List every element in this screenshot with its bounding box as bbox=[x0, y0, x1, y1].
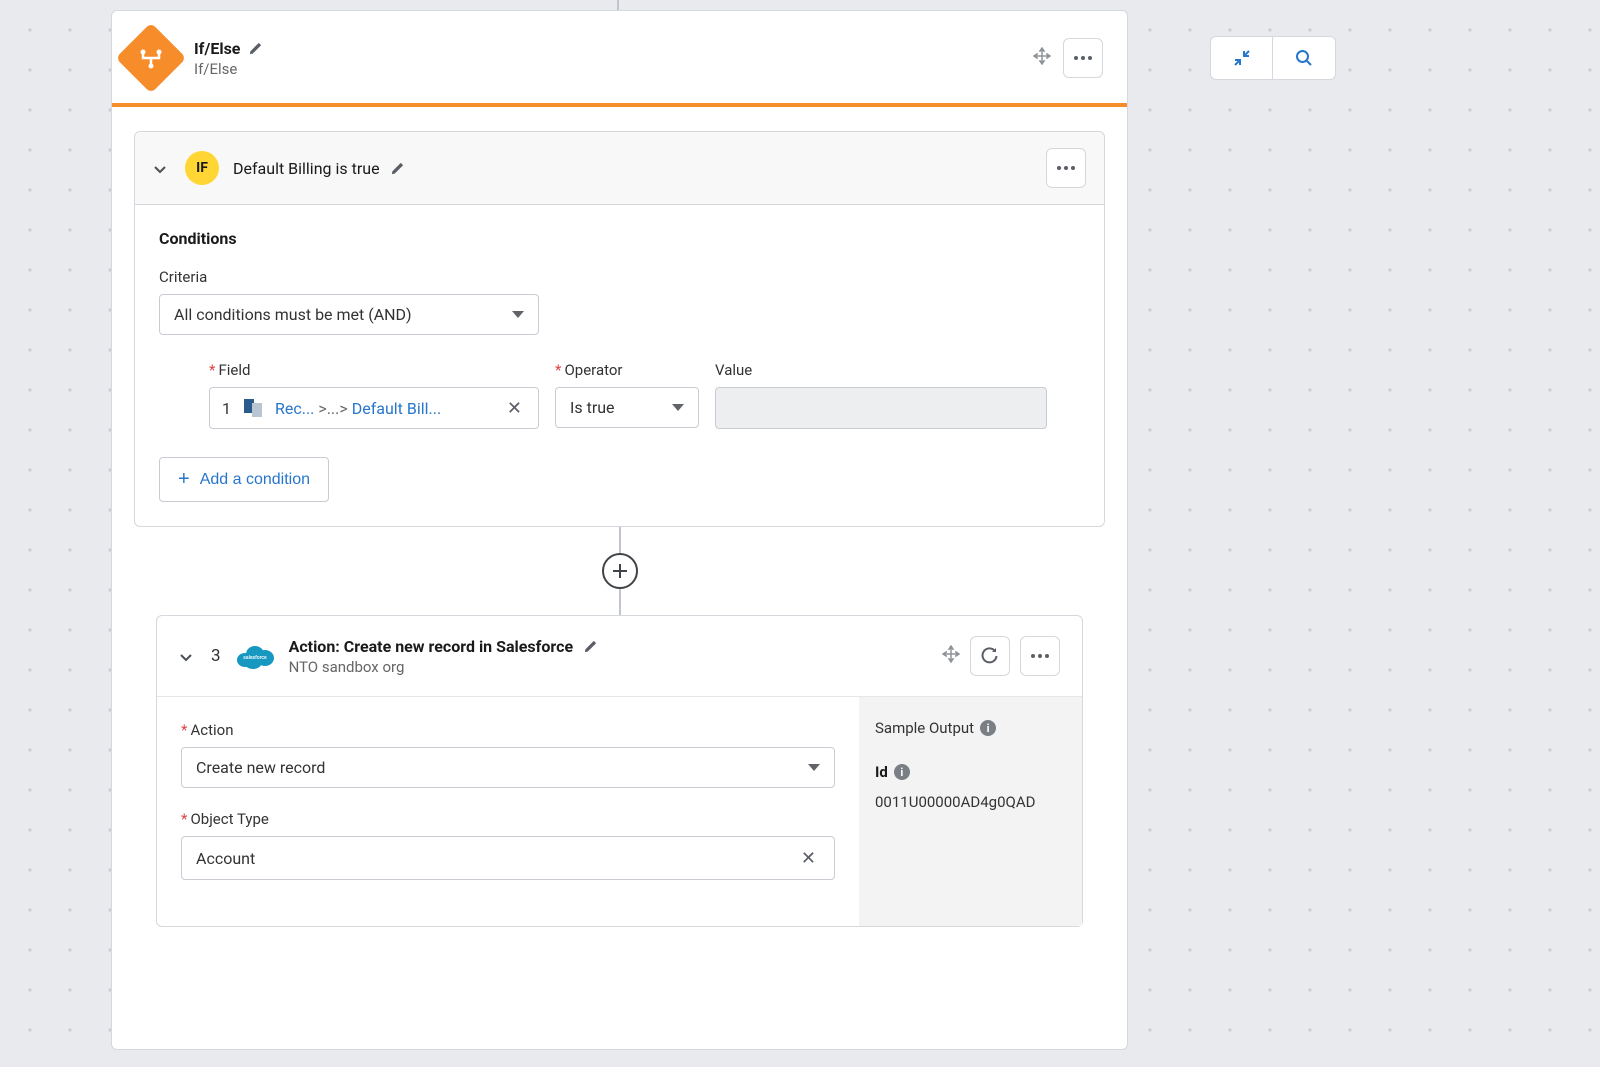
id-value: 0011U00000AD4g0QAD bbox=[875, 793, 1066, 811]
field-path: Rec... >...> Default Bill... bbox=[275, 399, 493, 418]
sample-output-panel: Sample Output i Id i 0011U00000AD4g0QAD bbox=[859, 697, 1082, 926]
ifelse-title: If/Else bbox=[194, 39, 240, 58]
ifelse-title-row: If/Else bbox=[194, 39, 1033, 58]
criteria-label: Criteria bbox=[159, 268, 1080, 286]
canvas-toolbar bbox=[1210, 36, 1336, 80]
ifelse-panel: If/Else If/Else bbox=[111, 10, 1128, 1050]
operator-column: *Operator Is true bbox=[555, 361, 699, 429]
chevron-down-icon[interactable] bbox=[153, 159, 171, 178]
clear-icon[interactable]: ✕ bbox=[797, 848, 820, 869]
ifelse-subtitle: If/Else bbox=[194, 60, 1033, 78]
add-step-button[interactable] bbox=[602, 553, 638, 589]
action-form: *Action Create new record *Object Type A… bbox=[157, 697, 859, 926]
action-select[interactable]: Create new record bbox=[181, 747, 835, 788]
move-icon[interactable] bbox=[1033, 47, 1051, 70]
action-header: 3 salesforce Action: Create new record i… bbox=[157, 616, 1082, 697]
if-badge: IF bbox=[185, 151, 219, 185]
plus-icon: + bbox=[178, 468, 190, 491]
value-column: Value bbox=[715, 361, 1047, 429]
chevron-down-icon bbox=[672, 404, 684, 411]
ifelse-header: If/Else If/Else bbox=[112, 11, 1127, 107]
value-input bbox=[715, 387, 1047, 429]
if-branch-body: Conditions Criteria All conditions must … bbox=[135, 205, 1104, 526]
edit-icon[interactable] bbox=[583, 639, 598, 654]
add-condition-button[interactable]: + Add a condition bbox=[159, 457, 329, 502]
field-column: *Field 1 Rec... >...> Default Bi bbox=[209, 361, 539, 429]
step-connector bbox=[112, 527, 1127, 615]
condition-row: *Field 1 Rec... >...> Default Bi bbox=[159, 361, 1080, 429]
edit-icon[interactable] bbox=[390, 161, 405, 176]
if-branch-header: IF Default Billing is true bbox=[135, 132, 1104, 205]
collapse-button[interactable] bbox=[1211, 37, 1273, 79]
chevron-down-icon[interactable] bbox=[179, 647, 197, 666]
object-type-input[interactable]: Account ✕ bbox=[181, 836, 835, 880]
if-branch-title-row: Default Billing is true bbox=[233, 159, 1032, 178]
object-type-label: *Object Type bbox=[181, 810, 835, 828]
action-title-row: Action: Create new record in Salesforce bbox=[289, 637, 928, 656]
condition-number: 1 bbox=[222, 399, 231, 418]
edit-icon[interactable] bbox=[248, 41, 263, 56]
object-type-group: *Object Type Account ✕ bbox=[181, 810, 835, 880]
action-body: *Action Create new record *Object Type A… bbox=[157, 697, 1082, 926]
criteria-value: All conditions must be met (AND) bbox=[174, 305, 412, 324]
operator-select[interactable]: Is true bbox=[555, 387, 699, 428]
chevron-down-icon bbox=[808, 764, 820, 771]
more-button[interactable] bbox=[1020, 636, 1060, 676]
conditions-heading: Conditions bbox=[159, 229, 1080, 248]
sample-output-heading: Sample Output i bbox=[875, 719, 1066, 737]
operator-label: *Operator bbox=[555, 361, 699, 379]
step-number: 3 bbox=[211, 646, 221, 666]
criteria-select[interactable]: All conditions must be met (AND) bbox=[159, 294, 539, 335]
field-input[interactable]: 1 Rec... >...> Default Bill... bbox=[209, 387, 539, 429]
svg-text:salesforce: salesforce bbox=[243, 655, 267, 661]
action-value: Create new record bbox=[196, 758, 325, 777]
action-title: Action: Create new record in Salesforce bbox=[289, 637, 574, 656]
salesforce-icon: salesforce bbox=[235, 642, 275, 670]
more-button[interactable] bbox=[1063, 38, 1103, 78]
action-subtitle: NTO sandbox org bbox=[289, 658, 928, 676]
search-button[interactable] bbox=[1273, 37, 1335, 79]
add-condition-label: Add a condition bbox=[200, 471, 310, 489]
chevron-down-icon bbox=[512, 311, 524, 318]
ifelse-icon bbox=[116, 23, 187, 94]
clear-icon[interactable]: ✕ bbox=[503, 398, 526, 419]
ifelse-title-block: If/Else If/Else bbox=[194, 39, 1033, 78]
more-button[interactable] bbox=[1046, 148, 1086, 188]
if-branch-card: IF Default Billing is true Conditions Cr… bbox=[134, 131, 1105, 527]
info-icon[interactable]: i bbox=[894, 764, 910, 780]
info-icon[interactable]: i bbox=[980, 720, 996, 736]
top-connector-line bbox=[617, 0, 619, 10]
move-icon[interactable] bbox=[942, 645, 960, 668]
action-label: *Action bbox=[181, 721, 835, 739]
if-branch-title: Default Billing is true bbox=[233, 159, 380, 178]
id-label-row: Id i bbox=[875, 763, 1066, 781]
action-card: 3 salesforce Action: Create new record i… bbox=[156, 615, 1083, 927]
refresh-button[interactable] bbox=[970, 636, 1010, 676]
field-label: *Field bbox=[209, 361, 539, 379]
object-type-value: Account bbox=[196, 849, 255, 868]
action-controls bbox=[942, 636, 1060, 676]
netsuite-icon bbox=[241, 396, 265, 420]
value-label: Value bbox=[715, 361, 1047, 379]
action-title-block: Action: Create new record in Salesforce … bbox=[289, 637, 928, 676]
ifelse-header-controls bbox=[1033, 38, 1103, 78]
action-field-group: *Action Create new record bbox=[181, 721, 835, 788]
operator-value: Is true bbox=[570, 398, 615, 417]
